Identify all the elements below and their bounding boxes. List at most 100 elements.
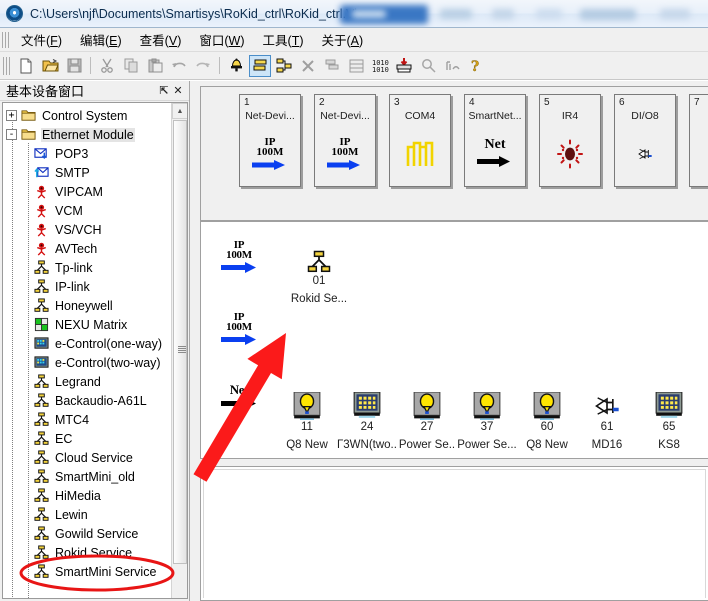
tree-item-vs-vch[interactable]: VS/VCH [3,220,173,239]
canvas-node-11[interactable]: 11 Q8 New [276,390,338,451]
canvas-port-net-1[interactable]: Net [211,383,267,413]
dio-port-icon [615,128,675,180]
canvas-node-60[interactable]: 60 Q8 New [516,390,578,451]
tree-item-label: Control System [42,108,128,123]
tree-item-smartmini-service[interactable]: SmartMini Service [3,562,173,581]
tree-item-label: MTC4 [55,412,90,427]
canvas-node-rokid[interactable]: 01 Rokid Se... [276,240,362,305]
tree-item-mtc4[interactable]: MTC4 [3,410,173,429]
tree-item-e-control-one-way[interactable]: e-Control(one-way) [3,334,173,353]
blurred-region [580,9,636,20]
device-tree[interactable]: + Control System - Ethernet Module POP3 SMTP V… [2,102,188,599]
delete-x-icon[interactable] [297,55,319,77]
menu-item-file[interactable]: 文件(F) [12,27,71,52]
download-icon[interactable] [393,55,415,77]
tree-item-ip-link[interactable]: IP-link [3,277,173,296]
tree-item-avtech[interactable]: AVTech [3,239,173,258]
main-area: 1 Net-Devi... IP 100M 2 Net-Devi... IP 100… [190,81,708,601]
tree-item-vcm[interactable]: VCM [3,201,173,220]
toolbar-grip[interactable] [3,56,10,75]
canvas-node-37[interactable]: 37 Power Se... [456,390,518,451]
close-icon[interactable]: ✕ [171,83,185,98]
tree-item-legrand[interactable]: Legrand [3,372,173,391]
open-folder-icon[interactable] [39,55,61,77]
palette-cell-4[interactable]: 4 SmartNet... Net [464,94,526,187]
dio-port-icon [576,390,638,420]
network-icon [33,298,50,314]
tree-item-smtp[interactable]: SMTP [3,163,173,182]
palette-cell-2[interactable]: 2 Net-Devi... IP 100M [314,94,376,187]
layers-icon[interactable] [249,54,271,77]
tree-item-ethernet-module[interactable]: - Ethernet Module [3,125,173,144]
properties-pane[interactable] [200,466,708,601]
tree-item-himedia[interactable]: HiMedia [3,486,173,505]
bell-icon[interactable] [225,55,247,77]
tree-item-tp-link[interactable]: Tp-link [3,258,173,277]
device-palette[interactable]: 1 Net-Devi... IP 100M 2 Net-Devi... IP 100… [200,86,708,221]
tree-item-e-control-two-way[interactable]: e-Control(two-way) [3,353,173,372]
palette-cell-5[interactable]: 5 IR4 [539,94,601,187]
canvas-node-label: Q8 New [526,439,568,451]
network-map-icon[interactable] [273,55,295,77]
paste-icon[interactable] [144,55,166,77]
palette-cell-label: IR4 [561,110,579,122]
network-icon [33,545,50,561]
menu-item-about[interactable]: 关于(A) [313,27,373,52]
palette-cell-6[interactable]: 6 DI/O8 [614,94,676,187]
menu-item-edit[interactable]: 编辑(E) [71,27,131,52]
tree-item-vipcam[interactable]: VIPCAM [3,182,173,201]
canvas-node-61[interactable]: 61 MD16 [576,390,638,451]
tree-item-ec[interactable]: EC [3,429,173,448]
scrollbar-thumb[interactable] [173,120,187,564]
tree-expander[interactable]: + [6,110,17,121]
tree-item-cloud-service[interactable]: Cloud Service [3,448,173,467]
binary-icon[interactable]: 1010 1010 [369,55,391,77]
tree-item-lewin[interactable]: Lewin [3,505,173,524]
help-icon[interactable]: ? [465,55,487,77]
undo-icon[interactable] [168,55,190,77]
palette-cell-label: DI/O8 [631,110,659,122]
search-icon[interactable] [417,55,439,77]
tree-scrollbar[interactable]: ▲ [171,103,187,598]
cut-icon[interactable] [96,55,118,77]
tree-item-honeywell[interactable]: Honeywell [3,296,173,315]
canvas-node-number: 24 [360,421,374,433]
camera-icon [33,241,50,257]
menubar-grip[interactable] [2,31,9,48]
save-icon[interactable] [63,55,85,77]
duplicate-icon[interactable] [321,55,343,77]
tree-item-nexu-matrix[interactable]: NEXU Matrix [3,315,173,334]
canvas-port-ip-2[interactable]: IP 100M [211,312,267,349]
tree-item-control-system[interactable]: + Control System [3,106,173,125]
canvas-node-27[interactable]: 27 Power Se.. [396,390,458,451]
blurred-region [352,10,386,18]
pin-icon[interactable]: ⇱ [157,83,171,98]
menu-item-window[interactable]: 窗口(W) [190,27,253,52]
canvas-node-24[interactable]: 24 Г3WN(two.. [336,390,398,451]
tree-item-gowild-service[interactable]: Gowild Service [3,524,173,543]
canvas-node-65[interactable]: 65 KS8 [638,390,700,451]
palette-cell-7[interactable]: 7 [689,94,708,187]
palette-cell-1[interactable]: 1 Net-Devi... IP 100M [239,94,301,187]
menu-item-view[interactable]: 查看(V) [131,27,191,52]
tree-expander[interactable]: - [6,129,17,140]
tree-item-smartmini-old[interactable]: SmartMini_old [3,467,173,486]
tree-item-rokid-service[interactable]: Rokid Service [3,543,173,562]
tree-item-label: Lewin [55,507,88,522]
list-icon[interactable] [345,55,367,77]
tree-item-pop3[interactable]: POP3 [3,144,173,163]
canvas-port-ip-1[interactable]: IP 100M [211,240,267,277]
scroll-up-button[interactable]: ▲ [172,103,187,119]
menu-item-tools[interactable]: 工具(T) [254,27,313,52]
copy-icon[interactable] [120,55,142,77]
palette-cell-3[interactable]: 3 COM4 [389,94,451,187]
scrollbar-grip [178,346,186,353]
tree-item-label: IP-link [55,279,90,294]
topology-canvas[interactable]: IP 100M IP 100M Net 01 Rokid Se... 11 Q8 N… [200,221,708,459]
palette-cell-label: Net-Devi... [320,110,370,122]
tree-item-backaudio-a61l[interactable]: Backaudio-A61L [3,391,173,410]
debug-icon[interactable] [441,55,463,77]
new-file-icon[interactable] [15,55,37,77]
tree-item-label: Tp-link [55,260,93,275]
redo-icon[interactable] [192,55,214,77]
